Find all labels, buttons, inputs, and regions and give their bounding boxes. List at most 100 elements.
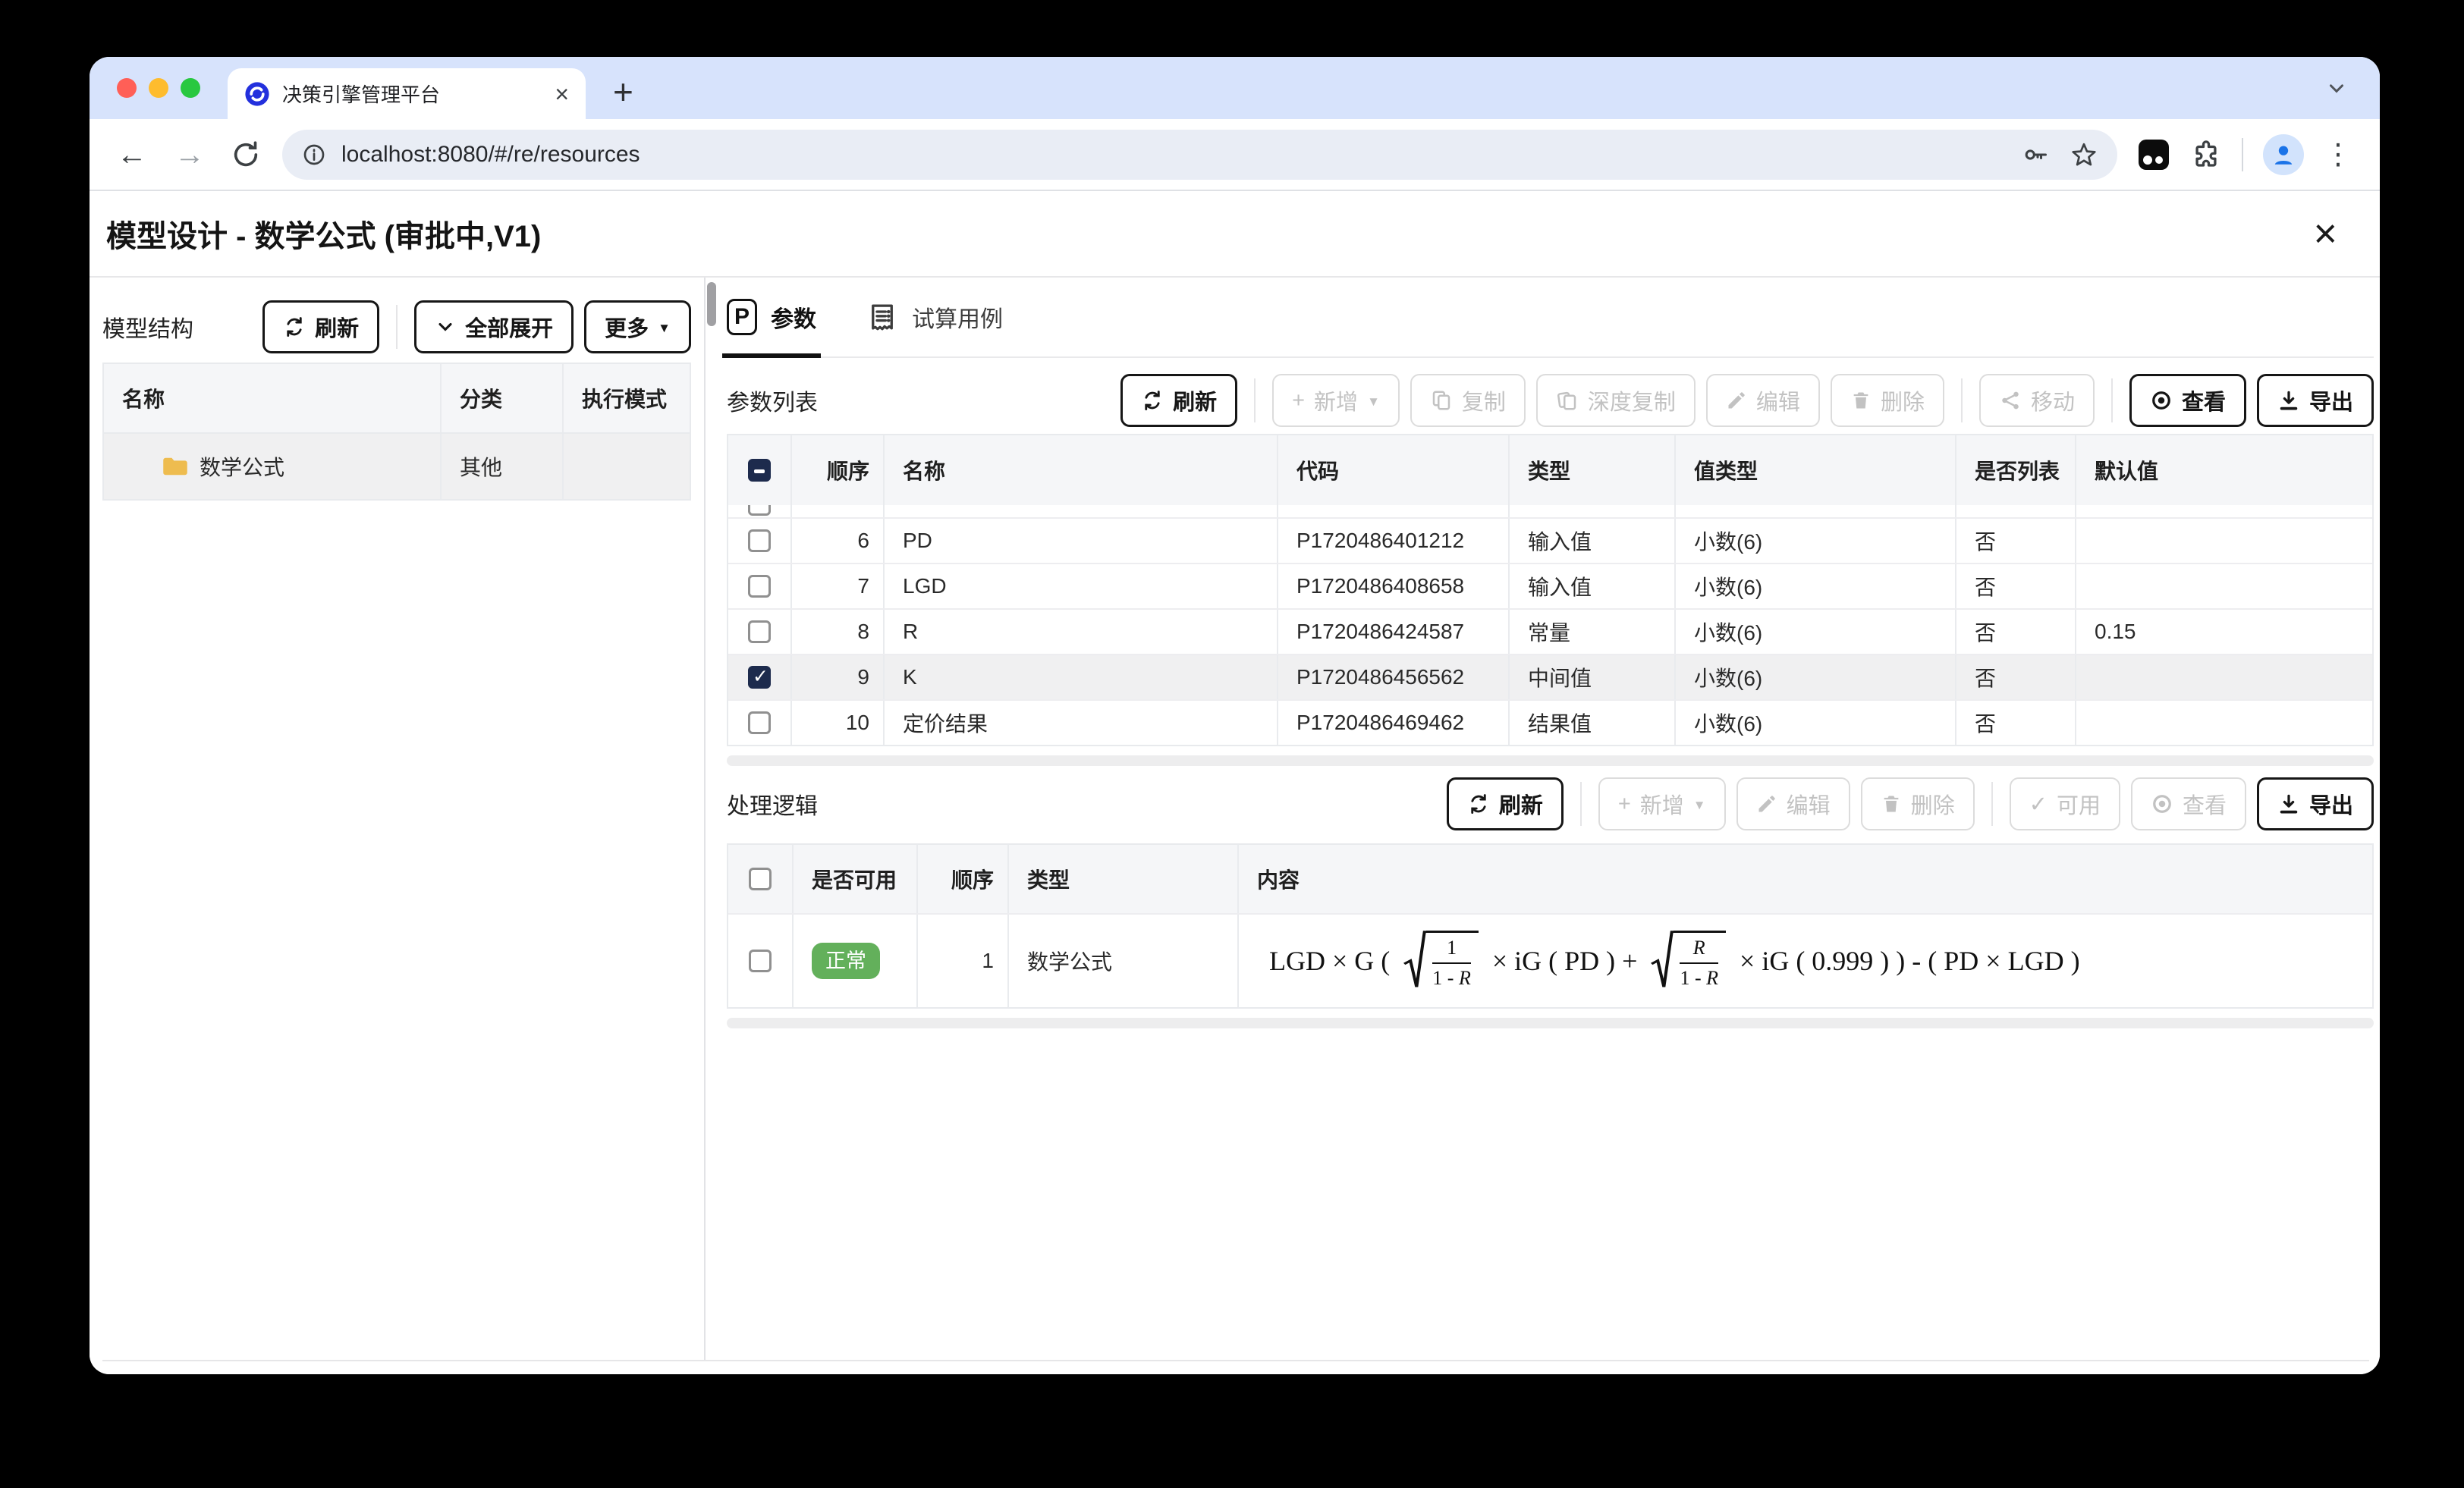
param-export-button[interactable]: 导出: [2257, 374, 2374, 427]
cell-default: [2076, 655, 2372, 699]
select-all-checkbox[interactable]: [749, 868, 772, 890]
parameter-tab-icon: P: [727, 299, 757, 335]
cell-is-list: 否: [1956, 655, 2076, 699]
cell-name: R: [885, 610, 1278, 654]
logic-toolbar: 处理逻辑 刷新 + 新增 ▼: [727, 777, 2374, 831]
minimize-window-button[interactable]: [149, 78, 168, 98]
param-view-button[interactable]: 查看: [2129, 374, 2246, 427]
header-content: 内容: [1239, 845, 2372, 913]
cell-value-type: 小数(6): [1676, 519, 1956, 563]
header-order: 顺序: [918, 845, 1009, 913]
refresh-icon: [1141, 389, 1164, 412]
receipt-icon: [866, 301, 898, 333]
logic-row[interactable]: 正常 1 数学公式 LGD × G ( 1: [728, 913, 2372, 1007]
pencil-icon: [1756, 793, 1777, 815]
cell-order: 10: [792, 701, 885, 745]
tab-title: 决策引擎管理平台: [282, 80, 545, 108]
param-add-button[interactable]: + 新增 ▼: [1272, 374, 1400, 427]
cell-name: 定价结果: [885, 701, 1278, 745]
logic-edit-button[interactable]: 编辑: [1736, 777, 1850, 830]
param-edit-button[interactable]: 编辑: [1706, 374, 1820, 427]
cell-type: 数学公式: [1009, 915, 1239, 1007]
horizontal-scrollbar[interactable]: [727, 755, 2374, 766]
toolbar-separator: [1580, 782, 1582, 826]
logic-refresh-button[interactable]: 刷新: [1447, 777, 1564, 830]
chevron-down-icon: [435, 316, 456, 337]
reload-icon[interactable]: [231, 140, 261, 170]
table-row-selected[interactable]: 9 K P1720486456562 中间值 小数(6) 否: [728, 654, 2372, 699]
sqrt-term: R 1 - R: [1651, 931, 1726, 990]
trash-icon: [1850, 390, 1872, 411]
download-icon: [2277, 389, 2300, 412]
row-checkbox[interactable]: [748, 620, 771, 643]
param-delete-button[interactable]: 删除: [1831, 374, 1944, 427]
tree-refresh-button[interactable]: 刷新: [262, 300, 379, 353]
close-window-button[interactable]: [117, 78, 137, 98]
model-structure-toolbar: 模型结构 刷新 全部展开 更多 ▼: [102, 300, 691, 353]
toolbar-separator: [1991, 782, 1993, 826]
more-button[interactable]: 更多 ▼: [584, 300, 691, 353]
param-refresh-button[interactable]: 刷新: [1120, 374, 1237, 427]
copy-icon: [1430, 389, 1453, 412]
table-row[interactable]: 6 PD P1720486401212 输入值 小数(6) 否: [728, 517, 2372, 563]
header-code: 代码: [1278, 435, 1510, 505]
row-checkbox[interactable]: [748, 505, 771, 516]
eye-icon: [2151, 793, 2173, 815]
row-checkbox[interactable]: [748, 575, 771, 598]
bookmark-star-icon[interactable]: [2070, 141, 2098, 168]
row-checkbox[interactable]: [748, 711, 771, 734]
tree-row-math-formula[interactable]: 数学公式 其他: [104, 432, 690, 499]
browser-tab-strip: 决策引擎管理平台 × +: [90, 57, 2380, 119]
back-icon[interactable]: ←: [117, 140, 147, 170]
param-move-button[interactable]: 移动: [1979, 374, 2095, 427]
expand-all-button[interactable]: 全部展开: [414, 300, 574, 353]
row-checkbox[interactable]: [748, 529, 771, 552]
logic-view-button[interactable]: 查看: [2131, 777, 2246, 830]
horizontal-scrollbar[interactable]: [727, 1018, 2374, 1028]
cell-name: K: [885, 655, 1278, 699]
url-bar[interactable]: localhost:8080/#/re/resources: [282, 130, 2117, 180]
password-key-icon[interactable]: [2022, 141, 2049, 168]
tab-parameters[interactable]: P 参数: [727, 278, 816, 356]
tab-search-chevron-icon[interactable]: [2325, 77, 2348, 103]
row-checkbox-checked[interactable]: [748, 666, 771, 689]
logic-delete-button[interactable]: 删除: [1861, 777, 1975, 830]
window-controls: [117, 57, 200, 119]
logic-add-button[interactable]: + 新增 ▼: [1598, 777, 1726, 830]
cell-name: LGD: [885, 564, 1278, 608]
zoom-window-button[interactable]: [181, 78, 200, 98]
select-all-checkbox[interactable]: [748, 459, 771, 482]
scrollbar-thumb[interactable]: [707, 282, 716, 326]
folder-icon: [162, 455, 189, 478]
browser-tab[interactable]: 决策引擎管理平台 ×: [228, 68, 586, 119]
detail-panel: P 参数 试算用例 参数列表: [727, 278, 2374, 1359]
header-exec-mode: 执行模式: [564, 364, 687, 432]
cell-default: [2076, 519, 2372, 563]
param-deep-copy-button[interactable]: 深度复制: [1536, 374, 1696, 427]
row-checkbox[interactable]: [749, 950, 772, 972]
status-badge: 正常: [812, 943, 880, 979]
table-row[interactable]: 10 定价结果 P1720486469462 结果值 小数(6) 否: [728, 699, 2372, 745]
param-copy-button[interactable]: 复制: [1410, 374, 1526, 427]
trash-icon: [1881, 793, 1902, 815]
model-structure-table: 名称 分类 执行模式 数学公式 其他: [102, 363, 691, 501]
table-row[interactable]: 7 LGD P1720486408658 输入值 小数(6) 否: [728, 563, 2372, 608]
extension-app-icon[interactable]: [2137, 138, 2170, 171]
tree-node-exec-mode: [564, 434, 687, 499]
refresh-icon: [1467, 793, 1490, 815]
header-value-type: 值类型: [1676, 435, 1956, 505]
table-row[interactable]: 8 R P1720486424587 常量 小数(6) 否 0.15: [728, 608, 2372, 654]
toolbar-separator: [2111, 378, 2113, 422]
profile-avatar[interactable]: [2263, 134, 2304, 175]
site-info-icon[interactable]: [302, 143, 326, 167]
logic-export-button[interactable]: 导出: [2257, 777, 2374, 830]
extensions-puzzle-icon[interactable]: [2190, 139, 2222, 171]
new-tab-button[interactable]: +: [613, 69, 633, 115]
tab-close-icon[interactable]: ×: [555, 82, 569, 106]
logic-enable-button[interactable]: ✓ 可用: [2010, 777, 2120, 830]
dialog-close-icon[interactable]: ×: [2313, 213, 2337, 254]
browser-menu-icon[interactable]: ⋮: [2324, 140, 2352, 169]
panel-bottom-border: [102, 1360, 2369, 1361]
url-text[interactable]: localhost:8080/#/re/resources: [341, 142, 2000, 168]
tab-trial-cases[interactable]: 试算用例: [866, 278, 1003, 356]
